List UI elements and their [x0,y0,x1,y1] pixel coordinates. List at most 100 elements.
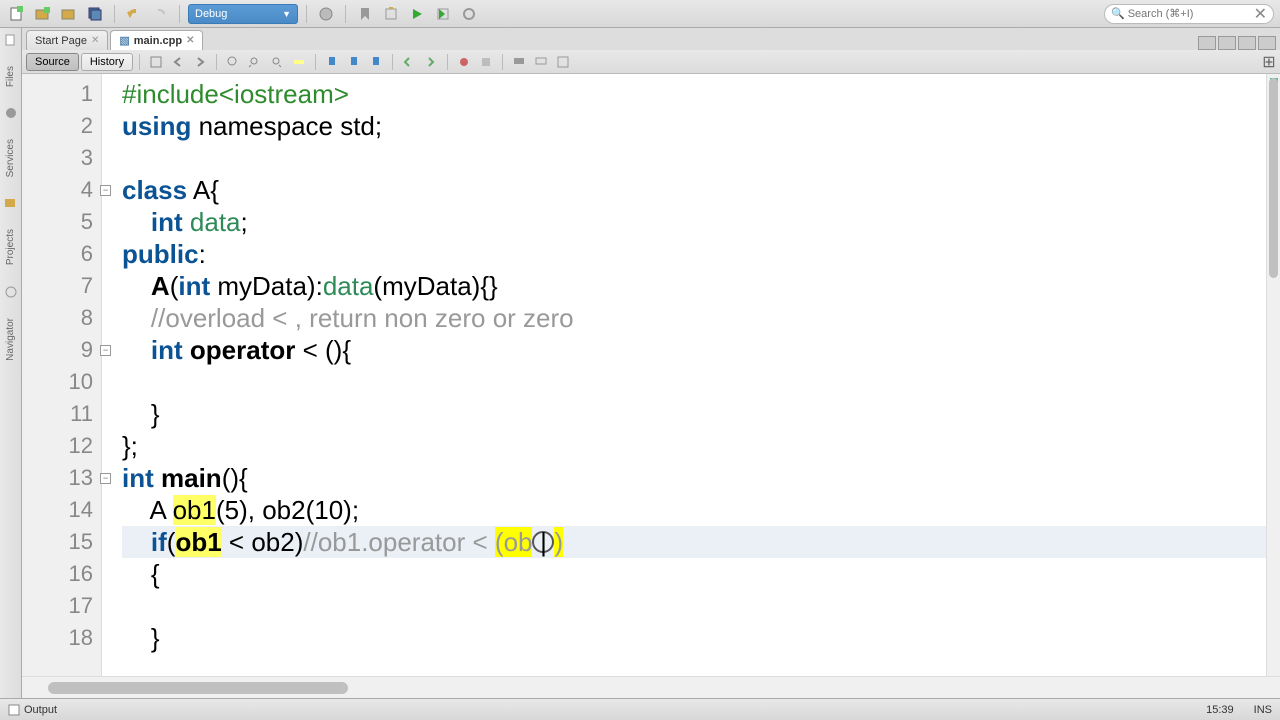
debug-icon[interactable] [432,3,454,25]
macro-stop-icon[interactable] [476,53,496,71]
cursor-position: 15:39 [1206,704,1234,716]
status-bar: Output 15:39 INS [0,698,1280,720]
editor-tabs: Start Page ✕ ▧ main.cpp ✕ [22,28,1280,50]
window-controls [1198,36,1276,50]
run-icon[interactable] [406,3,428,25]
line-number: 5 [22,206,101,238]
source-view-button[interactable]: Source [26,53,79,71]
sep [315,54,316,70]
scroll-tabs-left[interactable] [1198,36,1216,50]
config-label: Debug [195,8,227,20]
line-number: 18 [22,622,101,654]
output-panel-button[interactable]: Output [8,704,57,716]
editor-toolbar: Source History ⊞ [22,50,1280,74]
history-view-button[interactable]: History [81,53,133,71]
tab-label: main.cpp [134,35,182,47]
line-number: 3 [22,142,101,174]
output-label: Output [24,704,57,716]
files-tab[interactable]: Files [5,60,16,93]
forward-icon[interactable] [190,53,210,71]
next-bookmark-icon[interactable] [344,53,364,71]
sep [447,54,448,70]
comment-icon[interactable] [509,53,529,71]
code-editor[interactable]: #include<iostream> using namespace std; … [102,74,1280,676]
shift-right-icon[interactable] [421,53,441,71]
horizontal-scrollbar[interactable] [22,676,1280,698]
toolbar-separator [179,5,180,23]
search-box[interactable]: 🔍 ✕ [1104,4,1274,24]
globe-icon[interactable] [315,3,337,25]
toggle-bookmark-icon[interactable] [366,53,386,71]
left-sidebar-strip: Files Services Projects Navigator [0,28,22,698]
find-prev-icon[interactable] [245,53,265,71]
line-number: 1 [22,78,101,110]
line-number: 2 [22,110,101,142]
tab-close-icon[interactable]: ✕ [186,35,194,46]
scroll-thumb[interactable] [1269,78,1278,278]
last-edit-icon[interactable] [146,53,166,71]
tab-start-page[interactable]: Start Page ✕ [26,30,108,50]
sep [216,54,217,70]
search-input[interactable] [1128,8,1254,20]
line-number: 10 [22,366,101,398]
services-tab-icon[interactable] [3,105,19,121]
services-tab[interactable]: Services [5,133,16,183]
find-next-icon[interactable] [267,53,287,71]
vertical-scrollbar[interactable] [1266,74,1280,676]
line-number: 13− [22,462,101,494]
build-icon[interactable] [354,3,376,25]
main-toolbar: Debug ▼ 🔍 ✕ [0,0,1280,28]
find-selection-icon[interactable] [223,53,243,71]
line-number: 14 [22,494,101,526]
tab-main-cpp[interactable]: ▧ main.cpp ✕ [110,30,203,50]
toggle-highlight-icon[interactable] [289,53,309,71]
scroll-thumb[interactable] [48,682,348,694]
close-editor[interactable] [1258,36,1276,50]
save-all-icon[interactable] [84,3,106,25]
output-icon [8,704,20,716]
toolbar-separator [114,5,115,23]
clean-build-icon[interactable] [380,3,402,25]
editor-area: 1 2 3 4− 5 6 7 8 9− 10 11 12 13− 14 15 1… [22,74,1280,676]
maximize-editor[interactable] [1238,36,1256,50]
shift-left-icon[interactable] [399,53,419,71]
projects-tab[interactable]: Projects [5,223,16,271]
line-number: 11 [22,398,101,430]
line-number: 15 [22,526,101,558]
line-number: 8 [22,302,101,334]
navigator-tab[interactable]: Navigator [5,312,16,367]
sep [502,54,503,70]
prev-bookmark-icon[interactable] [322,53,342,71]
line-number: 16 [22,558,101,590]
text-cursor-icon: | [532,531,554,553]
projects-tab-icon[interactable] [3,195,19,211]
profile-icon[interactable] [458,3,480,25]
line-number: 4− [22,174,101,206]
sep [139,54,140,70]
search-clear-icon[interactable]: ✕ [1254,4,1267,24]
navigator-tab-icon[interactable] [3,284,19,300]
files-tab-icon[interactable] [3,32,19,48]
redo-icon[interactable] [149,3,171,25]
line-number: 17 [22,590,101,622]
open-icon[interactable] [58,3,80,25]
insert-mode: INS [1254,704,1272,716]
more-icon[interactable]: ⊞ [1262,55,1276,69]
new-file-icon[interactable] [6,3,28,25]
file-icon: ▧ [119,34,129,47]
scroll-tabs-right[interactable] [1218,36,1236,50]
undo-icon[interactable] [123,3,145,25]
macro-record-icon[interactable] [454,53,474,71]
tab-label: Start Page [35,35,87,47]
line-gutter[interactable]: 1 2 3 4− 5 6 7 8 9− 10 11 12 13− 14 15 1… [22,74,102,676]
build-config-select[interactable]: Debug ▼ [188,4,298,24]
toolbar-separator [306,5,307,23]
line-number: 7 [22,270,101,302]
goto-header-icon[interactable] [553,53,573,71]
toolbar-separator [345,5,346,23]
tab-close-icon[interactable]: ✕ [91,35,99,46]
new-project-icon[interactable] [32,3,54,25]
line-number: 6 [22,238,101,270]
uncomment-icon[interactable] [531,53,551,71]
back-icon[interactable] [168,53,188,71]
